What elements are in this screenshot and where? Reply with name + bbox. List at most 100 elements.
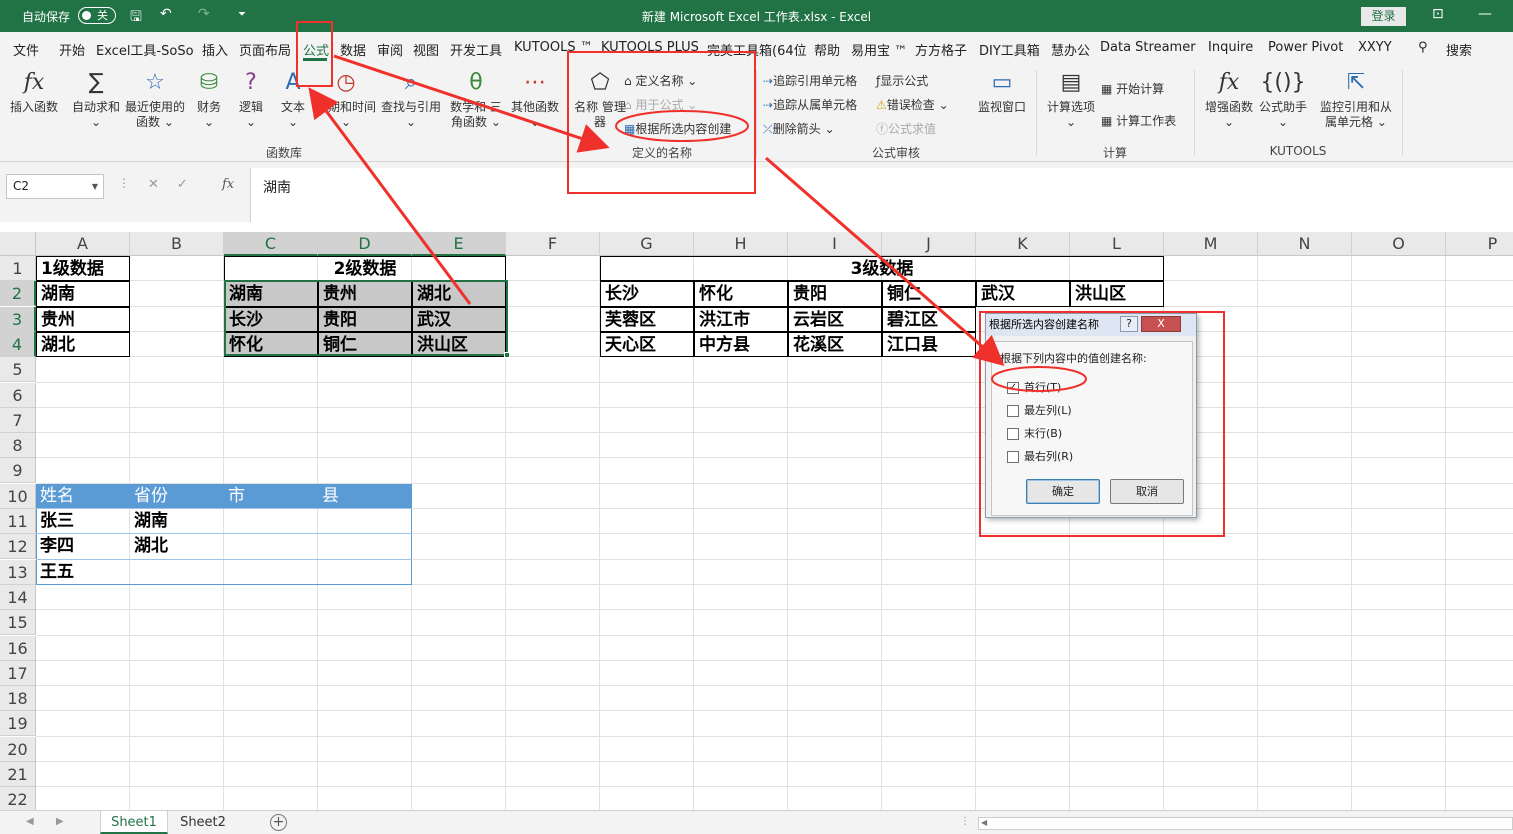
column-header-d[interactable]: D <box>318 232 412 256</box>
tab-perfect-tools[interactable]: 完美工具箱(64位 <box>707 40 807 59</box>
text-button[interactable]: A 文本 ⌄ <box>274 68 312 130</box>
level2-title-cell[interactable]: 2级数据 <box>224 256 506 282</box>
column-header-b[interactable]: B <box>130 232 224 256</box>
tab-insert[interactable]: 插入 <box>202 40 228 59</box>
level2-data-cell[interactable]: 武汉 <box>412 306 506 332</box>
level3-data-cell[interactable]: 中方县 <box>694 331 788 358</box>
column-header-p[interactable]: P <box>1446 232 1513 256</box>
formula-input[interactable]: 湖南 <box>250 168 1513 222</box>
tab-home[interactable]: 开始 <box>59 40 85 59</box>
tab-data-streamer[interactable]: Data Streamer <box>1100 40 1196 55</box>
tab-search[interactable]: 搜索 <box>1446 40 1472 59</box>
level3-data-cell[interactable]: 花溪区 <box>788 331 882 358</box>
sheet-tab-sheet2[interactable]: Sheet2 <box>170 811 236 834</box>
financial-button[interactable]: ⛁ 财务 ⌄ <box>190 68 228 130</box>
column-header-j[interactable]: J <box>882 232 976 256</box>
tab-xxyy[interactable]: XXYY <box>1358 40 1392 55</box>
add-sheet-icon[interactable]: + <box>270 814 287 831</box>
date-time-button[interactable]: ◷ 日期和时间 ⌄ <box>316 68 376 130</box>
checkbox-left-column-box[interactable] <box>1007 405 1019 417</box>
column-header-k[interactable]: K <box>976 232 1070 256</box>
level2-data-cell[interactable]: 长沙 <box>224 306 318 332</box>
row-header-11[interactable]: 11 <box>0 509 36 534</box>
close-button[interactable]: X <box>1141 316 1181 332</box>
row-header-20[interactable]: 20 <box>0 736 36 762</box>
formula-cancel-confirm-icons[interactable]: ✕✓ <box>148 177 206 192</box>
name-box[interactable]: C2 ▼ <box>6 174 104 199</box>
tab-developer[interactable]: 开发工具 <box>450 40 502 59</box>
row-header-1[interactable]: 1 <box>0 256 36 281</box>
row-header-4[interactable]: 4 <box>0 331 36 357</box>
use-in-formula-button[interactable]: ⌂ 用于公式 ⌄ <box>624 96 697 113</box>
tab-data[interactable]: 数据 <box>340 40 366 59</box>
tab-kutools-plus[interactable]: KUTOOLS PLUS <box>601 40 699 55</box>
column-header-f[interactable]: F <box>506 232 600 256</box>
math-trig-button[interactable]: θ 数学和 三角函数 ⌄ <box>446 68 506 130</box>
checkbox-bottom-row-box[interactable] <box>1007 428 1019 440</box>
level3-data-cell[interactable]: 芙蓉区 <box>600 306 694 332</box>
level2-header-cell[interactable]: 湖北 <box>412 281 506 307</box>
tab-excel-soso[interactable]: Excel工具-SoSo <box>96 40 194 59</box>
tab-review[interactable]: 审阅 <box>377 40 403 59</box>
monitor-precedents-button[interactable]: ⇱ 监控引用和从 属单元格 ⌄ <box>1316 68 1396 130</box>
insert-function-button[interactable]: fx 插入函数 <box>8 68 60 115</box>
tab-page-layout[interactable]: 页面布局 <box>239 40 291 59</box>
level3-header-cell[interactable]: 铜仁 <box>882 281 976 307</box>
calc-sheet-button[interactable]: ▦ 计算工作表 <box>1101 112 1176 129</box>
watch-window-button[interactable]: ▭ 监视窗口 <box>976 68 1028 115</box>
row-header-18[interactable]: 18 <box>0 686 36 712</box>
create-from-selection-button[interactable]: ▦根据所选内容创建 <box>624 120 731 137</box>
row-header-12[interactable]: 12 <box>0 534 36 560</box>
logical-button[interactable]: ? 逻辑 ⌄ <box>232 68 270 130</box>
fill-handle[interactable] <box>504 352 510 358</box>
level1-item-cell[interactable]: 贵州 <box>36 306 130 332</box>
tab-yiyongbao[interactable]: 易用宝 ™ <box>851 40 907 59</box>
row-header-14[interactable]: 14 <box>0 584 36 610</box>
tab-fangfangezi[interactable]: 方方格子 <box>915 40 967 59</box>
tab-formulas[interactable]: 公式 <box>303 40 329 59</box>
autosum-button[interactable]: ∑ 自动求和 ⌄ <box>70 68 122 130</box>
level3-title-cell[interactable]: 3级数据 <box>600 256 1164 282</box>
prev-sheet-icon[interactable]: ◀ <box>26 816 34 827</box>
formula-helper-button[interactable]: {()} 公式助手 ⌄ <box>1256 68 1310 130</box>
tab-huibangong[interactable]: 慧办公 <box>1051 40 1090 59</box>
tab-help[interactable]: 帮助 <box>814 40 840 59</box>
trace-dependents-button[interactable]: ⇢追踪从属单元格 <box>763 96 857 113</box>
tab-kutools[interactable]: KUTOOLS ™ <box>514 40 593 55</box>
row-header-22[interactable]: 22 <box>0 787 36 810</box>
scroll-left-icon[interactable]: ◀ <box>981 818 987 827</box>
ok-button[interactable]: 确定 <box>1026 479 1100 504</box>
row-header-7[interactable]: 7 <box>0 407 36 433</box>
checkbox-left-column[interactable]: 最左列(L) <box>1007 404 1072 420</box>
level3-data-cell[interactable]: 云岩区 <box>788 306 882 332</box>
level3-header-cell[interactable]: 长沙 <box>600 281 694 307</box>
row-header-3[interactable]: 3 <box>0 306 36 332</box>
ribbon-display-icon[interactable]: ⊡ <box>1432 6 1444 22</box>
remove-arrows-button[interactable]: ⤫删除箭头 ⌄ <box>763 120 835 137</box>
level2-data-cell[interactable]: 怀化 <box>224 331 318 358</box>
checkbox-bottom-row[interactable]: 末行(B) <box>1007 427 1062 443</box>
tab-inquire[interactable]: Inquire <box>1208 40 1253 55</box>
row-header-15[interactable]: 15 <box>0 610 36 636</box>
column-header-c[interactable]: C <box>224 232 318 256</box>
cancel-button[interactable]: 取消 <box>1110 479 1184 504</box>
evaluate-formula-button[interactable]: ⓕ公式求值 <box>876 120 936 137</box>
show-formulas-button[interactable]: ƒ显示公式 <box>876 72 928 89</box>
level2-header-cell[interactable]: 贵州 <box>318 281 412 307</box>
column-header-a[interactable]: A <box>36 232 130 256</box>
checkbox-top-row[interactable]: ✓ 首行(T) <box>1007 381 1061 397</box>
column-header-l[interactable]: L <box>1070 232 1164 256</box>
minimize-icon[interactable]: — <box>1478 6 1492 22</box>
level3-header-cell[interactable]: 洪山区 <box>1070 281 1164 307</box>
level3-data-cell[interactable]: 碧江区 <box>882 306 976 332</box>
row-header-6[interactable]: 6 <box>0 382 36 408</box>
calc-now-button[interactable]: ▦ 开始计算 <box>1101 80 1164 97</box>
column-header-o[interactable]: O <box>1352 232 1446 256</box>
tab-power-pivot[interactable]: Power Pivot <box>1268 40 1343 55</box>
level3-header-cell[interactable]: 怀化 <box>694 281 788 307</box>
horizontal-scrollbar[interactable]: ◀ <box>978 817 1513 830</box>
level1-item-cell[interactable]: 湖北 <box>36 331 130 358</box>
checkbox-right-column-box[interactable] <box>1007 451 1019 463</box>
checkbox-right-column[interactable]: 最右列(R) <box>1007 450 1073 466</box>
tab-diy-tools[interactable]: DIY工具箱 <box>979 40 1040 59</box>
